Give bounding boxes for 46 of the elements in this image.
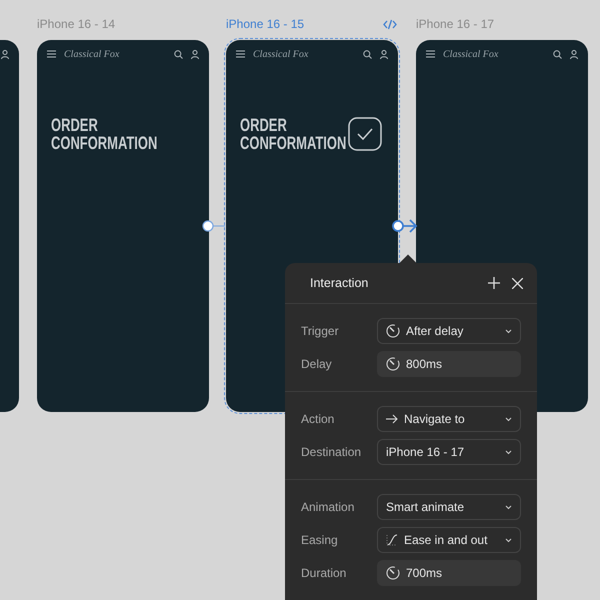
timer-icon [386,566,400,580]
search-icon[interactable] [553,50,562,58]
field-label: Action [301,412,336,426]
chevron-down-icon [505,450,512,454]
panel-title: Interaction [310,276,370,290]
easing-curve-icon [386,534,398,546]
menu-icon[interactable] [47,50,56,58]
brand-name: Classical Fox [64,48,120,60]
code-icon[interactable] [383,19,397,30]
field-label: Easing [301,533,339,547]
field-label: Destination [301,445,362,459]
user-icon[interactable] [570,50,578,58]
menu-icon[interactable] [426,50,435,58]
brand-name: Classical Fox [443,48,500,60]
chevron-down-icon [505,416,512,422]
chevron-down-icon [505,328,512,334]
user-icon[interactable] [191,50,199,58]
brand-name: Classical Fox [253,48,310,60]
dropdown[interactable]: Ease in and out [377,527,521,553]
dropdown[interactable]: Navigate to [377,406,521,432]
close-icon[interactable] [512,278,523,288]
arrow-right-icon [386,414,398,424]
field-label: Delay [301,357,333,371]
plus-icon[interactable] [488,277,500,289]
connection-arrow[interactable] [392,218,418,234]
menu-icon[interactable] [236,50,245,58]
chevron-down-icon [505,538,512,542]
dropdown[interactable]: iPhone 16 - 17 [377,439,521,465]
field-label: Trigger [301,324,340,338]
user-icon[interactable] [380,50,388,58]
field-label: Animation [301,500,356,514]
timer-icon [386,324,400,338]
dropdown[interactable]: Smart animate [377,494,521,520]
dropdown[interactable]: After delay [377,318,521,344]
phone-frame[interactable]: Classical Fox ORDER CONFORMATION [37,40,209,412]
user-icon[interactable] [1,50,9,58]
page-heading: ORDER CONFORMATION [240,116,346,152]
timer-icon [386,357,400,371]
search-icon[interactable] [174,50,183,58]
chevron-down-icon [505,504,512,510]
search-icon[interactable] [363,50,372,58]
connection-handle[interactable] [202,220,226,232]
page-heading: ORDER CONFORMATION [51,116,158,152]
input-field[interactable]: 700ms [377,560,521,586]
field-label: Duration [301,566,348,580]
input-field[interactable]: 800ms [377,351,521,377]
